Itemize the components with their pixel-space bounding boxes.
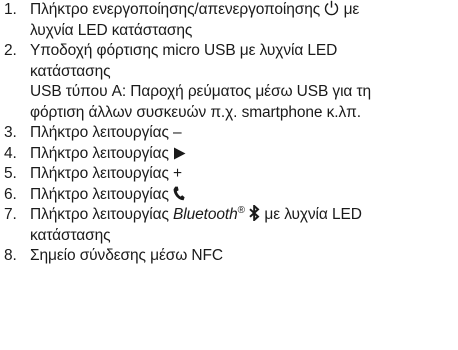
item-line: USB τύπου A: Παροχή ρεύματος μέσω USB γι… <box>30 83 372 100</box>
registered-mark: ® <box>237 205 245 216</box>
item-text: Πλήκτρο λειτουργίας Bluetooth® με λυχνία… <box>30 205 458 246</box>
item-line: λυχνία LED κατάστασης <box>30 21 193 39</box>
item-text-segment: Πλήκτρο ενεργοποίησης/απενεργοποίησης <box>30 1 325 18</box>
item-line: Πλήκτρο λειτουργίας <box>30 144 454 165</box>
bluetooth-word: Bluetooth <box>173 206 238 223</box>
item-text: Υποδοχή φόρτισης micro USB με λυχνία LED… <box>30 41 458 123</box>
item-text-segment: Πλήκτρο λειτουργίας <box>30 206 174 223</box>
item-text: Σημείο σύνδεσης μέσω NFC <box>30 246 458 267</box>
item-text: Πλήκτρο λειτουργίας + <box>30 164 458 185</box>
item-line: Υποδοχή φόρτισης micro USB με λυχνία LED <box>30 42 338 59</box>
item-line: Πλήκτρο λειτουργίας + <box>30 165 182 182</box>
item-text-segment: με <box>339 1 360 18</box>
list-item: 1. Πλήκτρο ενεργοποίησης/απενεργοποίησης… <box>0 0 458 41</box>
item-number: 3. <box>4 124 17 141</box>
item-text: Πλήκτρο λειτουργίας – <box>30 123 458 144</box>
item-line: κατάστασης <box>30 62 111 80</box>
list-item: 5. Πλήκτρο λειτουργίας + <box>0 164 458 185</box>
phone-icon <box>173 186 185 201</box>
item-line: Σημείο σύνδεσης μέσω NFC <box>30 247 223 264</box>
list-item: 2. Υποδοχή φόρτισης micro USB με λυχνία … <box>0 41 458 123</box>
item-line: Πλήκτρο λειτουργίας – <box>30 124 182 141</box>
bluetooth-icon <box>249 205 260 221</box>
item-text: Πλήκτρο ενεργοποίησης/απενεργοποίησης με… <box>30 0 458 41</box>
item-text-segment: Πλήκτρο λειτουργίας <box>30 185 174 203</box>
item-number: 1. <box>4 1 17 18</box>
item-line: Πλήκτρο λειτουργίας <box>30 185 454 206</box>
item-line: κατάστασης <box>30 226 111 244</box>
item-number: 5. <box>4 165 17 182</box>
item-text-segment: Πλήκτρο λειτουργίας <box>30 144 174 162</box>
item-number: 6. <box>4 185 17 203</box>
list-item: 7. Πλήκτρο λειτουργίας Bluetooth® με λυχ… <box>0 205 458 246</box>
item-line: Πλήκτρο λειτουργίας Bluetooth® με λυχνία… <box>30 205 454 226</box>
item-number: 8. <box>4 247 17 264</box>
item-text-segment: με λυχνία LED <box>260 206 362 223</box>
list-item: 6. Πλήκτρο λειτουργίας <box>0 185 458 206</box>
list-item: 4. Πλήκτρο λειτουργίας <box>0 144 458 165</box>
item-text: Πλήκτρο λειτουργίας <box>30 144 458 165</box>
item-text: Πλήκτρο λειτουργίας <box>30 185 458 206</box>
components-list: 1. Πλήκτρο ενεργοποίησης/απενεργοποίησης… <box>0 0 458 267</box>
item-line: φόρτιση άλλων συσκευών π.χ. smartphone κ… <box>30 103 361 121</box>
play-icon <box>173 147 186 160</box>
item-line: Πλήκτρο ενεργοποίησης/απενεργοποίησης με <box>30 0 454 21</box>
list-item: 8. Σημείο σύνδεσης μέσω NFC <box>0 246 458 267</box>
item-number: 4. <box>4 144 17 162</box>
power-icon <box>324 0 339 16</box>
list-item: 3. Πλήκτρο λειτουργίας – <box>0 123 458 144</box>
item-number: 7. <box>4 206 17 223</box>
item-number: 2. <box>4 42 17 59</box>
